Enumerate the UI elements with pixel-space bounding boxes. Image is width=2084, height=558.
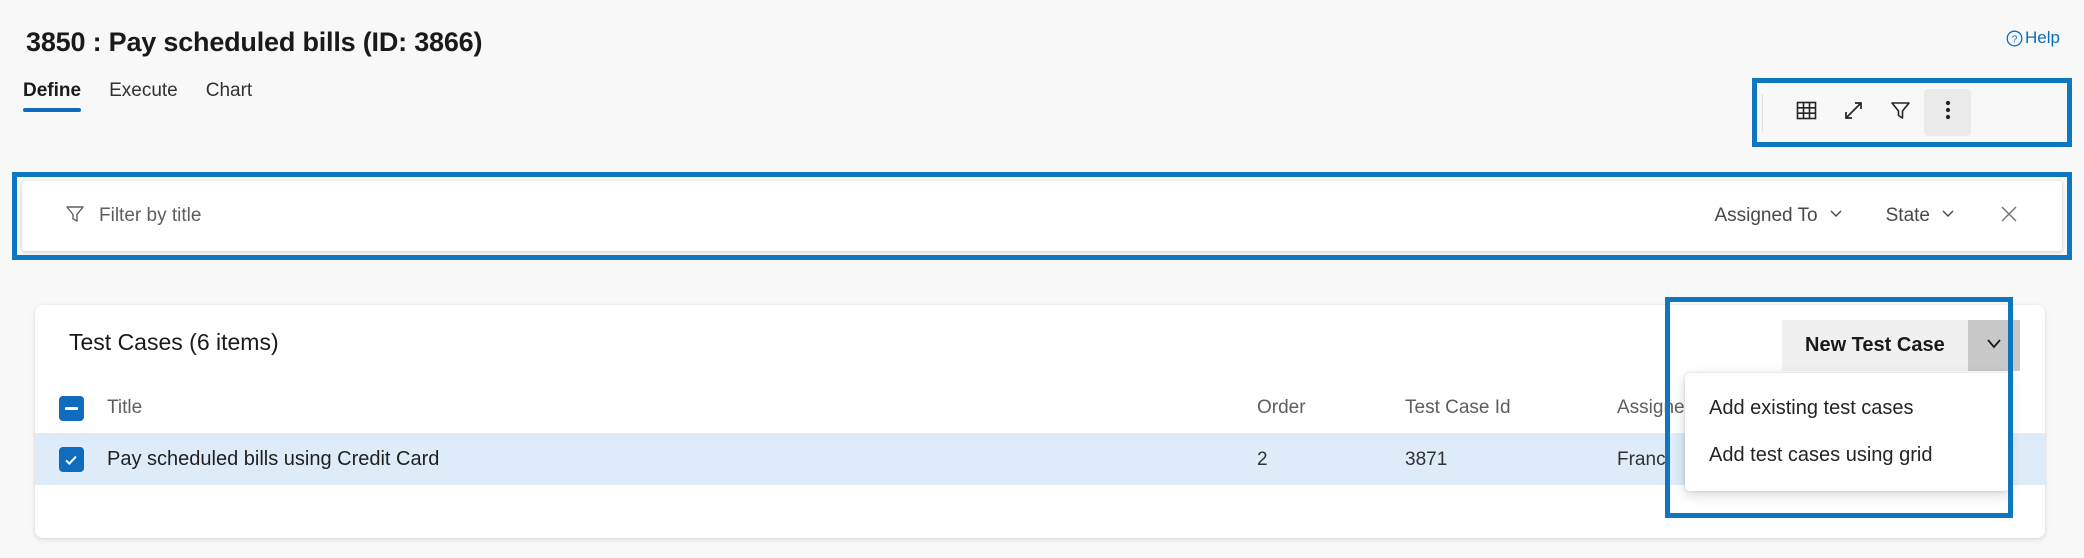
grid-view-button[interactable] — [1783, 89, 1830, 136]
assigned-to-label: Assigned To — [1714, 205, 1818, 226]
chevron-down-icon — [1940, 205, 1956, 227]
new-test-case-button[interactable]: New Test Case — [1782, 320, 1968, 371]
row-title: Pay scheduled bills using Credit Card — [107, 448, 440, 470]
expand-icon — [1841, 98, 1866, 128]
chevron-down-icon — [1983, 332, 2005, 359]
menu-item-add-existing-test-cases[interactable]: Add existing test cases — [1685, 385, 2010, 432]
select-all-cell — [35, 395, 107, 421]
column-header-order[interactable]: Order — [1257, 397, 1405, 419]
state-filter[interactable]: State — [1886, 205, 1956, 227]
filter-icon — [1888, 98, 1913, 128]
column-header-test-case-id[interactable]: Test Case Id — [1405, 397, 1617, 419]
select-all-checkbox[interactable] — [58, 395, 84, 421]
row-test-case-id: 3871 — [1405, 448, 1448, 470]
assigned-to-filter[interactable]: Assigned To — [1714, 205, 1843, 227]
row-checkbox[interactable] — [58, 447, 84, 472]
tab-define[interactable]: Define — [23, 80, 82, 112]
filter-input[interactable] — [99, 205, 599, 227]
new-test-case-dropdown-toggle[interactable] — [1967, 320, 2020, 371]
chevron-down-icon — [1828, 205, 1844, 227]
tab-execute[interactable]: Execute — [109, 80, 178, 112]
help-link[interactable]: ? Help — [2006, 28, 2060, 48]
close-icon — [1998, 203, 2020, 230]
row-select-cell — [35, 447, 107, 472]
new-test-case-menu: Add existing test cases Add test cases u… — [1685, 373, 2010, 491]
menu-item-add-test-cases-using-grid[interactable]: Add test cases using grid — [1685, 432, 2010, 479]
svg-text:?: ? — [2012, 34, 2018, 45]
help-label: Help — [2025, 28, 2060, 47]
tab-chart[interactable]: Chart — [206, 80, 252, 112]
tab-bar: Define Execute Chart — [23, 80, 252, 112]
clear-filter-button[interactable] — [1998, 203, 2020, 230]
more-options-button[interactable] — [1924, 89, 1971, 136]
check-icon — [65, 455, 77, 465]
column-header-title[interactable]: Title — [107, 397, 1257, 419]
filter-input-group — [64, 203, 1714, 230]
view-toolbar — [1762, 84, 1971, 141]
indeterminate-mark — [64, 406, 78, 410]
toolbar-divider — [1762, 93, 1763, 132]
filter-funnel-icon — [64, 203, 86, 230]
expand-button[interactable] — [1830, 89, 1877, 136]
more-options-icon — [1945, 98, 1951, 127]
page-title: 3850 : Pay scheduled bills (ID: 3866) — [26, 27, 483, 57]
state-label: State — [1885, 205, 1930, 226]
help-circle-icon: ? — [2006, 30, 2023, 47]
new-test-case-split-button: New Test Case — [1782, 320, 2020, 371]
filter-bar: Assigned To State — [22, 181, 2062, 251]
card-title: Test Cases (6 items) — [69, 329, 279, 355]
row-order: 2 — [1257, 448, 1268, 470]
grid-icon — [1795, 99, 1818, 127]
filter-button[interactable] — [1877, 89, 1924, 136]
